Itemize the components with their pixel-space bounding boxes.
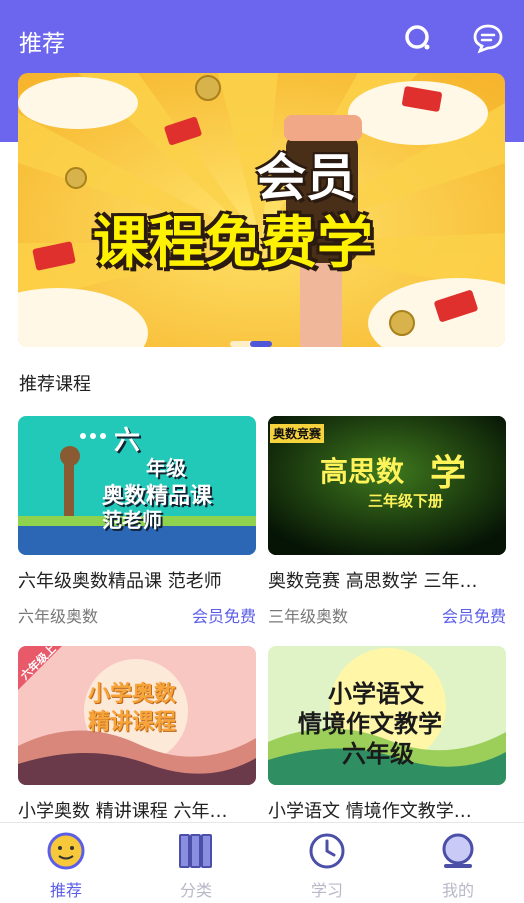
thumb-line: 学: [430, 452, 467, 494]
promo-banner[interactable]: 会员 课程免费学: [18, 73, 505, 347]
thumb-tag: 奥数竞赛: [270, 424, 325, 443]
thumb-line: 三年级下册: [368, 492, 444, 510]
page-title: 推荐: [19, 31, 65, 57]
bottom-tab-bar: 推荐 分类 学习 我的: [0, 822, 524, 903]
member-free-badge: 会员免费: [441, 607, 506, 626]
clock-icon: [309, 833, 345, 869]
tab-recommend[interactable]: 推荐: [26, 831, 106, 901]
course-thumbnail[interactable]: 小学语文 情境作文教学 六年级: [268, 646, 506, 785]
thumb-line: 范老师: [102, 508, 162, 532]
chat-bubble-icon[interactable]: [472, 22, 504, 54]
course-card[interactable]: 小学语文 情境作文教学 六年级 小学语文 情境作文教学…: [268, 646, 506, 823]
course-card[interactable]: 六年级上 小学奥数 精讲课程 小学奥数 精讲课程 六年…: [18, 646, 256, 823]
course-thumbnail[interactable]: 六 年级 奥数精品课 范老师: [18, 416, 256, 555]
thumb-line: 六: [114, 426, 141, 456]
course-category: 六年级奥数: [18, 607, 99, 626]
course-card[interactable]: 六 年级 奥数精品课 范老师 六年级奥数精品课 范老师 六年级奥数 会员免费: [18, 416, 256, 627]
tab-mine[interactable]: 我的: [418, 831, 498, 901]
profile-icon: [442, 833, 474, 868]
thumb-line: 高思数: [320, 455, 405, 488]
course-title[interactable]: 奥数竞赛 高思数学 三年…: [268, 567, 506, 593]
thumb-line: 六年级: [342, 740, 414, 768]
search-icon[interactable]: [402, 22, 434, 54]
member-free-badge: 会员免费: [191, 607, 256, 626]
course-thumbnail[interactable]: 六年级上 小学奥数 精讲课程: [18, 646, 256, 785]
smiley-icon: [47, 832, 85, 870]
course-title[interactable]: 小学奥数 精讲课程 六年…: [18, 797, 256, 823]
course-thumbnail[interactable]: 奥数竞赛 高思数 学 三年级下册: [268, 416, 506, 555]
course-card[interactable]: 奥数竞赛 高思数 学 三年级下册 奥数竞赛 高思数学 三年… 三年级奥数 会员免…: [268, 416, 506, 627]
thumb-line: 年级: [146, 456, 186, 480]
course-title[interactable]: 小学语文 情境作文教学…: [268, 797, 506, 823]
tab-label: 推荐: [49, 881, 82, 900]
banner-headline-2: 课程免费学: [93, 211, 373, 276]
tab-label: 分类: [179, 881, 212, 900]
section-title: 推荐课程: [19, 374, 91, 395]
tab-label: 学习: [310, 881, 343, 900]
tab-study[interactable]: 学习: [287, 831, 367, 901]
course-title[interactable]: 六年级奥数精品课 范老师: [18, 567, 256, 593]
course-category: 三年级奥数: [268, 607, 349, 626]
books-icon: [179, 834, 212, 868]
tab-category[interactable]: 分类: [156, 831, 236, 901]
thumb-line: 精讲课程: [88, 710, 177, 735]
tab-label: 我的: [441, 881, 474, 900]
